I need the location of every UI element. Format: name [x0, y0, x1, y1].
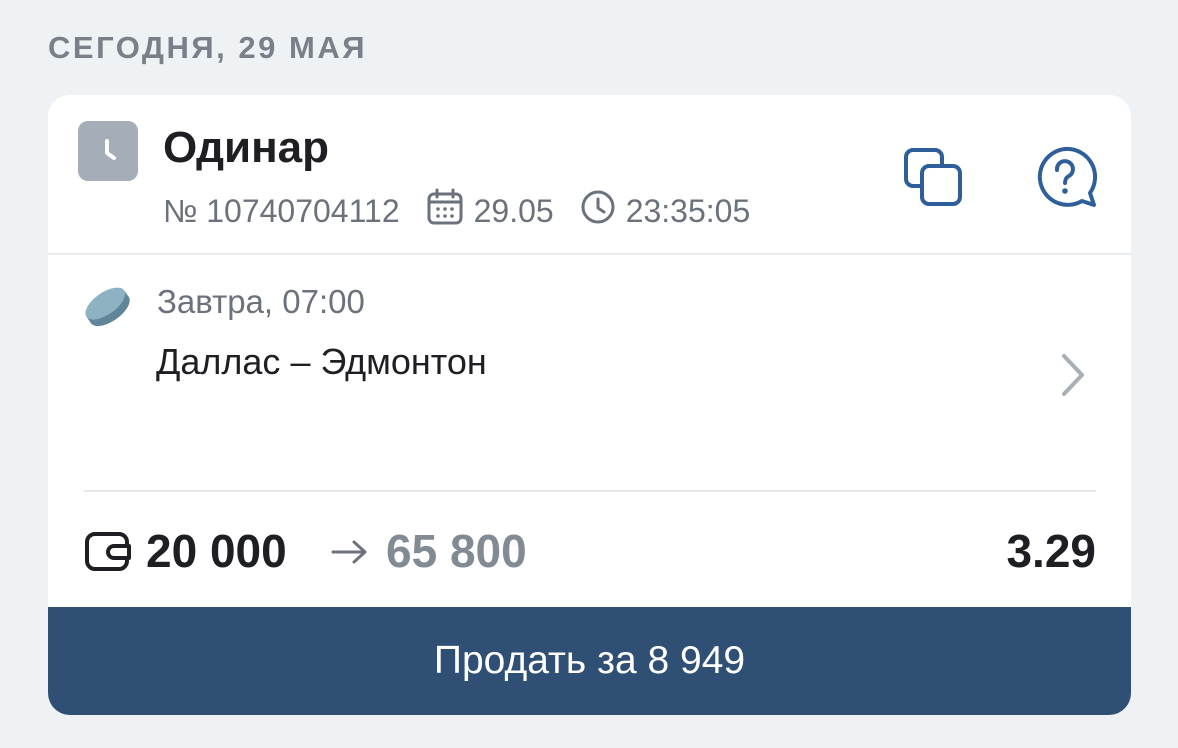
help-button[interactable]	[1030, 143, 1100, 213]
help-chat-icon	[1037, 146, 1098, 207]
bet-number: № 10740704112	[163, 192, 400, 229]
time-icon	[580, 189, 616, 233]
odds-value: 3.29	[1006, 525, 1096, 577]
bet-time: 23:35:05	[625, 192, 751, 229]
event-row[interactable]: Завтра, 07:00 Даллас – Эдмонтон	[48, 255, 1131, 485]
hockey-puck-icon	[81, 280, 133, 332]
event-teams: Даллас – Эдмонтон	[156, 341, 487, 382]
divider	[84, 490, 1096, 492]
bet-card[interactable]: Одинар № 10740704112 29.05 23:35:05 Завт…	[48, 95, 1131, 715]
arrow-right-icon	[330, 538, 370, 566]
copy-icon	[904, 148, 962, 206]
payout-amount: 65 800	[386, 525, 527, 577]
wallet-icon	[84, 529, 132, 573]
event-start: Завтра, 07:00	[157, 283, 365, 320]
clock-icon	[78, 121, 138, 181]
sell-button[interactable]: Продать за 8 949	[48, 607, 1131, 715]
calendar-icon	[426, 188, 464, 234]
stake-amount: 20 000	[146, 525, 287, 577]
copy-button[interactable]	[898, 143, 968, 213]
date-heading: СЕГОДНЯ, 29 МАЯ	[48, 30, 367, 65]
chevron-right-icon[interactable]	[1058, 350, 1088, 400]
amount-row: 20 000 65 800 3.29	[84, 520, 1096, 580]
bet-date: 29.05	[473, 192, 554, 229]
bet-type-title: Одинар	[163, 123, 330, 172]
bet-meta: № 10740704112 29.05 23:35:05	[163, 188, 751, 234]
